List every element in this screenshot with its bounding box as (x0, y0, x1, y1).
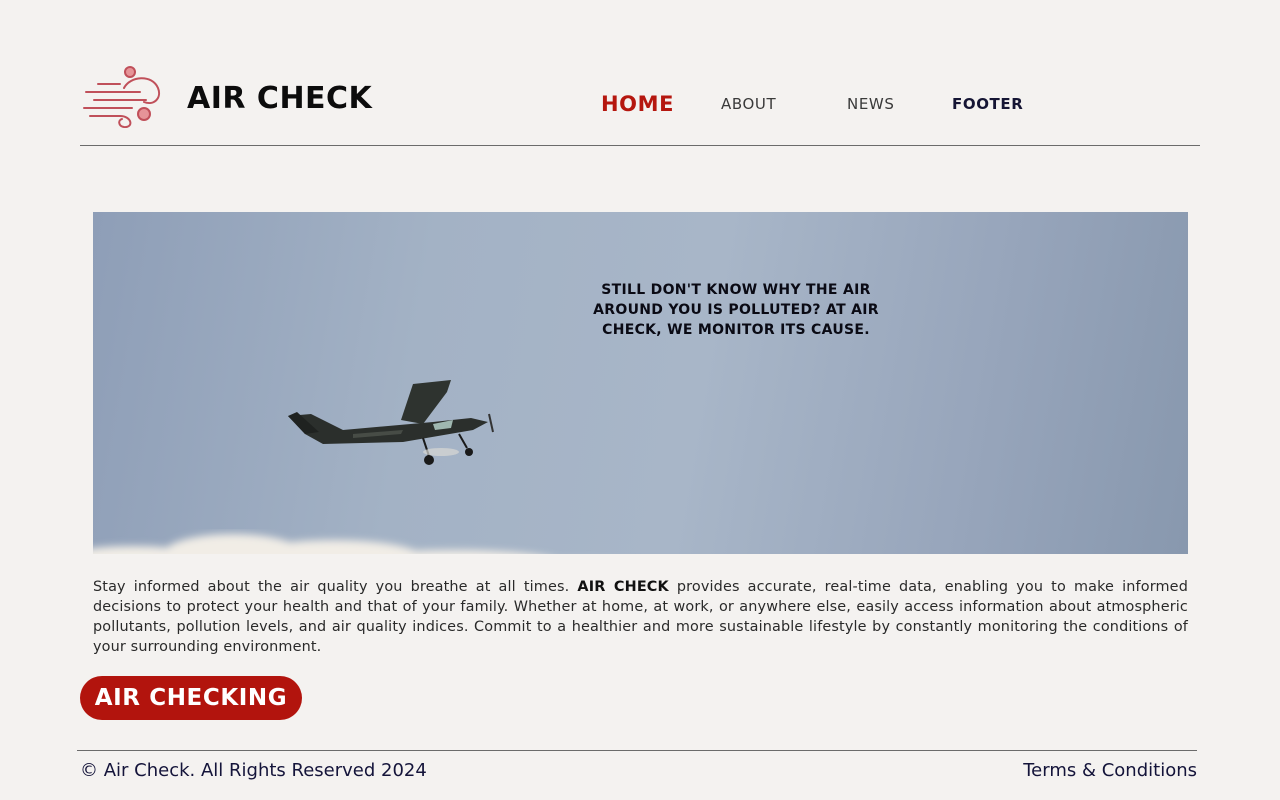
main-nav: HOME ABOUT NEWS FOOTER (80, 60, 1200, 144)
airplane-image (288, 380, 494, 465)
nav-home[interactable]: HOME (601, 92, 674, 116)
intro-text-start: Stay informed about the air quality you … (93, 579, 578, 595)
hero-banner: STILL DON'T KNOW WHY THE AIR AROUND YOU … (93, 212, 1188, 554)
nav-footer[interactable]: FOOTER (952, 95, 1023, 113)
cloud-image (93, 534, 530, 554)
copyright-text: © Air Check. All Rights Reserved 2024 (80, 760, 427, 781)
intro-brand: AIR CHECK (577, 579, 669, 595)
terms-link[interactable]: Terms & Conditions (1023, 760, 1197, 781)
nav-news[interactable]: NEWS (847, 95, 894, 113)
nav-about[interactable]: ABOUT (721, 95, 776, 113)
hero-tagline: STILL DON'T KNOW WHY THE AIR AROUND YOU … (593, 282, 879, 338)
intro-paragraph: Stay informed about the air quality you … (93, 577, 1188, 657)
site-footer: © Air Check. All Rights Reserved 2024 Te… (77, 750, 1197, 799)
air-checking-button[interactable]: AIR CHECKING (80, 676, 302, 720)
site-header: AIR CHECK HOME ABOUT NEWS FOOTER (80, 60, 1200, 146)
